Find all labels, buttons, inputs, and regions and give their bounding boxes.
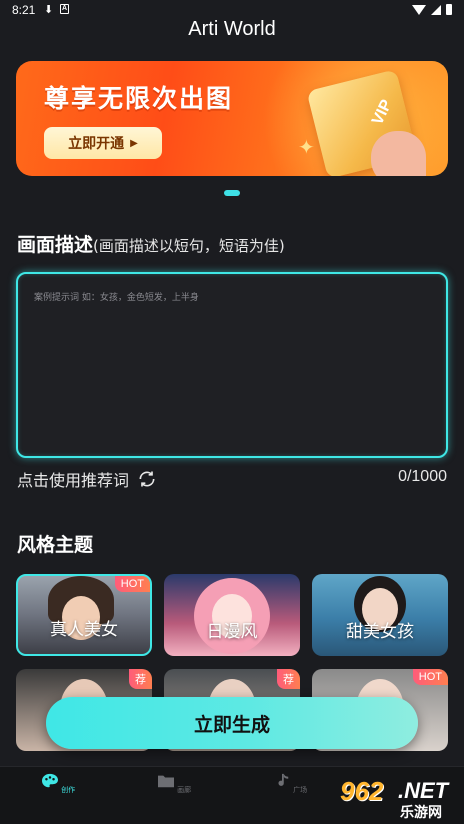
char-counter: 0/1000 bbox=[398, 468, 447, 485]
site-watermark: 962 .NET 乐游网 bbox=[340, 776, 464, 824]
refresh-icon[interactable] bbox=[137, 469, 157, 489]
recommend-label: 点击使用推荐词 bbox=[17, 471, 130, 490]
style-card-label: 甜美女孩 bbox=[346, 622, 414, 642]
promo-banner[interactable]: 尊享无限次出图 立即开通 ▶ ✦ VIP bbox=[16, 61, 448, 176]
chevron-right-icon: ▶ bbox=[130, 137, 138, 149]
hand-image bbox=[371, 131, 426, 176]
recommend-link[interactable]: 点击使用推荐词 bbox=[17, 467, 157, 491]
watermark-number: 962 bbox=[340, 776, 384, 806]
music-note-icon bbox=[278, 773, 289, 786]
style-card-label: 真人美女 bbox=[50, 620, 118, 640]
nav-label: 画廊 bbox=[177, 786, 192, 794]
vip-card-text: VIP bbox=[369, 97, 396, 128]
style-card-anime[interactable]: 日漫风 bbox=[164, 574, 300, 656]
recommend-badge: 荐 bbox=[129, 669, 152, 689]
nav-item-gallery[interactable]: 画廊 bbox=[144, 773, 204, 795]
recommend-badge: 荐 bbox=[277, 669, 300, 689]
status-time: 8:21 bbox=[12, 3, 36, 17]
watermark-text: 乐游网 bbox=[400, 805, 442, 821]
folder-icon bbox=[157, 775, 174, 788]
nav-label: 广场 bbox=[293, 786, 308, 794]
sparkle-icon: ✦ bbox=[298, 135, 315, 159]
download-icon: ⬇ bbox=[44, 4, 54, 16]
generate-button[interactable]: 立即生成 bbox=[46, 697, 418, 749]
status-bar: 8:21 ⬇ A bbox=[0, 0, 464, 20]
activate-button-label: 立即开通 bbox=[68, 136, 125, 152]
banner-headline: 尊享无限次出图 bbox=[44, 84, 234, 113]
style-card-sweet[interactable]: 甜美女孩 bbox=[312, 574, 448, 656]
style-card-realistic[interactable]: HOT 真人美女 bbox=[16, 574, 152, 656]
wifi-icon bbox=[412, 4, 426, 15]
nav-item-create[interactable]: 创作 bbox=[28, 773, 88, 795]
nav-item-square[interactable]: 广场 bbox=[260, 773, 320, 795]
notification-icon: A bbox=[60, 4, 69, 14]
prompt-title: 画面描述 bbox=[17, 234, 94, 256]
watermark-suffix: .NET bbox=[398, 778, 449, 803]
battery-icon bbox=[446, 4, 452, 15]
hot-badge: HOT bbox=[412, 669, 448, 685]
prompt-subtitle: (画面描述以短句，短语为佳) bbox=[93, 237, 285, 255]
carousel-dot-active[interactable] bbox=[224, 190, 240, 196]
app-title: Arti World bbox=[188, 18, 276, 40]
hot-badge: HOT bbox=[114, 576, 150, 592]
prompt-section-title: 画面描述(画面描述以短句，短语为佳) bbox=[17, 230, 285, 257]
activate-button[interactable]: 立即开通 ▶ bbox=[44, 127, 162, 159]
signal-icon bbox=[431, 4, 441, 15]
carousel-indicator bbox=[0, 190, 464, 196]
palette-icon bbox=[41, 773, 58, 788]
style-card-label: 日漫风 bbox=[206, 622, 258, 642]
status-icons bbox=[412, 4, 452, 15]
prompt-box[interactable] bbox=[16, 272, 448, 458]
nav-label: 创作 bbox=[61, 786, 76, 794]
style-section-title: 风格主题 bbox=[17, 534, 94, 556]
prompt-input[interactable] bbox=[18, 274, 446, 456]
